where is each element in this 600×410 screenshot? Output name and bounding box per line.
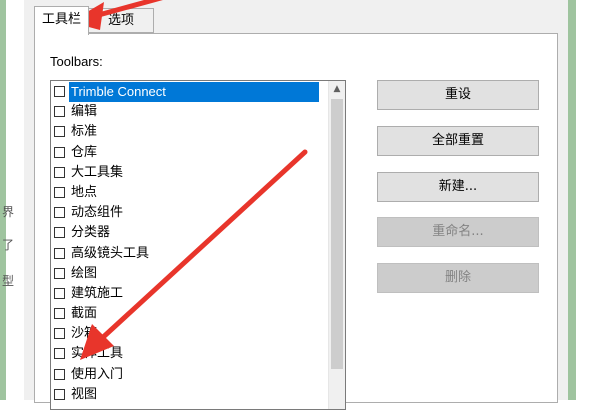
toolbar-list-item[interactable]: 编辑: [51, 102, 328, 122]
toolbar-item-label: 绘图: [71, 265, 98, 281]
delete-button[interactable]: 删除: [377, 263, 539, 293]
background-window-left: 界 了 型: [0, 0, 24, 400]
toolbar-checkbox[interactable]: [54, 308, 65, 320]
tab-options[interactable]: 选项: [88, 8, 154, 33]
background-window-right: [568, 0, 600, 400]
toolbar-checkbox[interactable]: [54, 287, 65, 299]
new-toolbar-button[interactable]: 新建...: [377, 172, 539, 202]
toolbar-item-label: 视图: [71, 386, 98, 402]
toolbar-checkbox[interactable]: [54, 186, 65, 198]
toolbar-checkbox[interactable]: [54, 328, 65, 340]
toolbar-list-item[interactable]: 大工具集: [51, 163, 328, 183]
toolbar-item-label: Trimble Connect: [69, 82, 319, 102]
reset-button[interactable]: 重设: [377, 80, 539, 110]
toolbar-list-item[interactable]: 仓库: [51, 143, 328, 163]
scroll-up-arrow-icon[interactable]: ▲: [329, 81, 345, 98]
toolbar-list-item[interactable]: 标准: [51, 122, 328, 142]
scrollbar-thumb[interactable]: [331, 99, 343, 369]
toolbar-checkbox[interactable]: [54, 267, 65, 279]
toolbar-list-item[interactable]: 建筑施工: [51, 284, 328, 304]
toolbar-checkbox[interactable]: [54, 388, 65, 400]
toolbar-list-item[interactable]: 截面: [51, 304, 328, 324]
toolbar-checkbox[interactable]: [54, 166, 65, 178]
toolbar-list-item[interactable]: 沙箱: [51, 324, 328, 344]
toolbar-list-item[interactable]: 使用入门: [51, 365, 328, 385]
toolbar-item-label: 分类器: [71, 225, 111, 241]
toolbar-item-label: 建筑施工: [71, 285, 124, 301]
toolbar-item-label: 标准: [71, 124, 98, 140]
toolbar-list-item[interactable]: 动态组件: [51, 203, 328, 223]
toolbar-list-item[interactable]: 高级镜头工具: [51, 244, 328, 264]
toolbar-checkbox[interactable]: [54, 227, 65, 239]
background-text-fragment: 型: [2, 274, 15, 288]
toolbar-item-label: 使用入门: [71, 366, 124, 382]
toolbar-list-item[interactable]: 地点: [51, 183, 328, 203]
toolbars-dialog: 工具栏 选项 Toolbars: Trimble Connect 编辑标准仓库大工…: [24, 0, 568, 410]
rename-button[interactable]: 重命名...: [377, 217, 539, 247]
toolbar-checkbox[interactable]: [54, 146, 65, 158]
toolbar-list-item[interactable]: 实体工具: [51, 344, 328, 364]
toolbar-item-label: 高级镜头工具: [71, 245, 150, 261]
tab-toolbars[interactable]: 工具栏: [34, 6, 89, 35]
vertical-scrollbar[interactable]: ▲: [328, 81, 345, 409]
toolbar-item-label: 沙箱: [71, 326, 98, 342]
background-text-fragment: 界: [2, 205, 15, 219]
toolbar-item-label: 编辑: [71, 104, 98, 120]
toolbars-list: Trimble Connect 编辑标准仓库大工具集地点动态组件分类器高级镜头工具…: [51, 82, 328, 405]
toolbar-item-label: 仓库: [71, 144, 98, 160]
reset-all-button[interactable]: 全部重置: [377, 126, 539, 156]
toolbar-checkbox[interactable]: [54, 126, 65, 138]
toolbar-checkbox[interactable]: [54, 207, 65, 219]
toolbar-checkbox[interactable]: [54, 368, 65, 380]
toolbar-checkbox[interactable]: [54, 247, 65, 259]
toolbar-checkbox[interactable]: [54, 106, 65, 118]
toolbar-list-item[interactable]: 绘图: [51, 264, 328, 284]
toolbar-item-label: 实体工具: [71, 346, 124, 362]
toolbars-listbox[interactable]: Trimble Connect 编辑标准仓库大工具集地点动态组件分类器高级镜头工具…: [50, 80, 346, 410]
tab-panel: Toolbars: Trimble Connect 编辑标准仓库大工具集地点动态组…: [34, 33, 558, 410]
toolbar-list-item[interactable]: Trimble Connect: [51, 82, 328, 102]
background-text-fragment: 了: [2, 238, 15, 252]
toolbar-list-item[interactable]: 视图: [51, 385, 328, 405]
toolbar-checkbox[interactable]: [54, 86, 65, 97]
toolbars-label: Toolbars:: [50, 54, 103, 69]
toolbar-item-label: 动态组件: [71, 205, 124, 221]
toolbar-list-item[interactable]: 分类器: [51, 223, 328, 243]
toolbar-item-label: 截面: [71, 306, 98, 322]
toolbar-item-label: 地点: [71, 184, 98, 200]
toolbar-item-label: 大工具集: [71, 164, 124, 180]
toolbar-checkbox[interactable]: [54, 348, 65, 360]
